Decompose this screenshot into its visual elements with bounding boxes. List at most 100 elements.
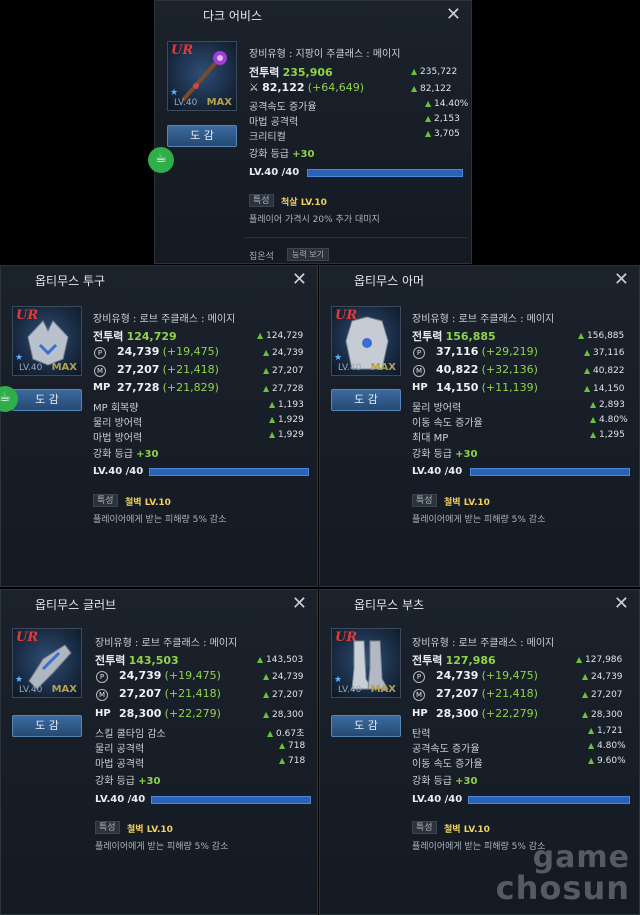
item-thumbnail: UR ★ LV.40 MAX <box>167 41 237 111</box>
physical-defense-icon: P <box>413 671 425 683</box>
max-badge: MAX <box>370 684 396 695</box>
up-arrow-icon: ▲ <box>582 690 589 699</box>
trait-badge: 특성 <box>412 821 437 834</box>
p-row: 24,739 (+19,475) <box>436 669 538 682</box>
trait-badge: 특성 <box>93 494 118 507</box>
enhance-row: 강화 등급 +30 <box>412 776 478 787</box>
up-arrow-icon: ▲ <box>411 84 418 93</box>
up-arrow-icon: ▲ <box>576 655 583 664</box>
close-button[interactable]: ✕ <box>614 593 629 614</box>
level-bar <box>470 468 630 476</box>
stat-value: ▲ 14.40% <box>425 99 469 109</box>
panel-title-bar: 옵티무스 글러브 <box>1 590 317 618</box>
combat-power-row: 전투력 124,729 <box>93 330 177 343</box>
up-arrow-icon: ▲ <box>411 67 418 76</box>
dogam-button[interactable]: 도 감 <box>12 389 82 411</box>
p-right-value: ▲ 24,739 <box>582 672 623 682</box>
trait-description: 플레이어에게 받는 피해량 5% 감소 <box>95 842 229 852</box>
type-line: 장비유형 : 로브 주클래스 : 메이지 <box>95 638 238 649</box>
up-arrow-icon: ▲ <box>257 331 264 340</box>
panel-title: 옵티무스 부츠 <box>354 598 425 612</box>
magic-defense-icon: M <box>413 689 425 701</box>
up-arrow-icon: ▲ <box>590 415 597 424</box>
trait-description: 플레이어에게 받는 피해량 5% 감소 <box>93 515 227 525</box>
stat-label: 크리티컬 <box>249 132 286 143</box>
physical-defense-icon: P <box>94 347 106 359</box>
item-level: LV.40 <box>338 685 362 695</box>
panel-title: 옵티무스 투구 <box>35 274 106 288</box>
type-line: 장비유형 : 지팡이 주클래스 : 메이지 <box>249 49 401 60</box>
hp-row: 28,300 (+22,279) <box>436 707 538 720</box>
stat-value: ▲ 2,153 <box>425 114 460 124</box>
star-icon: ★ <box>170 88 179 98</box>
up-arrow-icon: ▲ <box>279 756 286 765</box>
enhance-row: 강화 등급 +30 <box>412 449 478 460</box>
coffee-cup-icon[interactable]: ☕ <box>148 147 174 173</box>
helm-panel: 옵티무스 투구 ✕ UR ★ LV.40 MAX 도 감 장비유형 : 로브 주… <box>0 265 318 587</box>
mp-label: MP <box>93 382 111 393</box>
cp-right-value: ▲ 156,885 <box>578 331 625 341</box>
close-button[interactable]: ✕ <box>614 269 629 290</box>
dogam-button[interactable]: 도 감 <box>12 715 82 737</box>
stat-label: MP 회복량 <box>93 403 139 414</box>
stat-label: 물리 방어력 <box>93 418 143 429</box>
up-arrow-icon: ▲ <box>588 726 595 735</box>
p-right-value: ▲ 24,739 <box>263 672 304 682</box>
trait-value: 철벽 LV.10 <box>444 825 490 835</box>
enhance-row: 강화 등급 +30 <box>93 449 159 460</box>
up-arrow-icon: ▲ <box>269 400 276 409</box>
magic-defense-icon: M <box>413 365 425 377</box>
level-text: LV.40 /40 <box>249 167 300 178</box>
max-badge: MAX <box>206 97 232 108</box>
type-line: 장비유형 : 로브 주클래스 : 메이지 <box>412 314 555 325</box>
stat-value: ▲ 718 <box>279 756 306 766</box>
jipon-label: 집온석 <box>249 252 274 262</box>
m-row: 27,207 (+21,418) <box>119 687 221 700</box>
m-right-value: ▲ 27,207 <box>263 366 304 376</box>
trait-value: 척살 LV.10 <box>281 198 327 208</box>
up-arrow-icon: ▲ <box>425 129 432 138</box>
dogam-button[interactable]: 도 감 <box>331 389 401 411</box>
stat-label: 최대 MP <box>412 433 449 444</box>
combat-power-row: 전투력 127,986 <box>412 654 496 667</box>
dogam-button[interactable]: 도 감 <box>331 715 401 737</box>
item-thumbnail: UR ★ LV.40 MAX <box>331 306 401 376</box>
stat-value: ▲ 1,295 <box>590 430 625 440</box>
panel-title: 다크 어비스 <box>203 9 263 23</box>
item-level: LV.40 <box>19 685 43 695</box>
up-arrow-icon: ▲ <box>582 672 589 681</box>
stat-label: 물리 공격력 <box>95 744 145 755</box>
up-arrow-icon: ▲ <box>584 348 591 357</box>
up-arrow-icon: ▲ <box>257 655 264 664</box>
stat-value: ▲ 1,193 <box>269 400 304 410</box>
stat-label: 탄력 <box>412 729 431 740</box>
item-level: LV.40 <box>19 363 43 373</box>
stat-value: ▲ 2,893 <box>590 400 625 410</box>
p-row: 37,116 (+29,219) <box>436 345 538 358</box>
divider <box>245 237 467 238</box>
close-button[interactable]: ✕ <box>292 593 307 614</box>
level-text: LV.40 /40 <box>412 794 463 805</box>
up-arrow-icon: ▲ <box>588 741 595 750</box>
star-icon: ★ <box>334 353 343 363</box>
dogam-button[interactable]: 도 감 <box>167 125 237 147</box>
up-arrow-icon: ▲ <box>263 348 270 357</box>
up-arrow-icon: ▲ <box>582 710 589 719</box>
cp-right-value: ▲ 124,729 <box>257 331 304 341</box>
cp-label: 전투력 <box>249 66 280 79</box>
item-thumbnail: UR ★ LV.40 MAX <box>331 628 401 698</box>
star-icon: ★ <box>334 675 343 685</box>
stat-label: 마법 공격력 <box>95 759 145 770</box>
cp-right-value: ▲ 143,503 <box>257 655 304 665</box>
magic-defense-icon: M <box>96 689 108 701</box>
p-right-value: ▲ 24,739 <box>263 348 304 358</box>
hp-row: 14,150 (+11,139) <box>436 381 538 394</box>
up-arrow-icon: ▲ <box>590 400 597 409</box>
glove-panel: 옵티무스 글러브 ✕ UR ★ LV.40 MAX 도 감 장비유형 : 로브 … <box>0 589 318 915</box>
stat-value: ▲ 4.80% <box>588 741 626 751</box>
close-button[interactable]: ✕ <box>446 4 461 25</box>
enhance-row: 강화 등급 +30 <box>249 149 315 160</box>
ability-view-button[interactable]: 능력 보기 <box>287 248 329 261</box>
trait-value: 철벽 LV.10 <box>444 498 490 508</box>
close-button[interactable]: ✕ <box>292 269 307 290</box>
